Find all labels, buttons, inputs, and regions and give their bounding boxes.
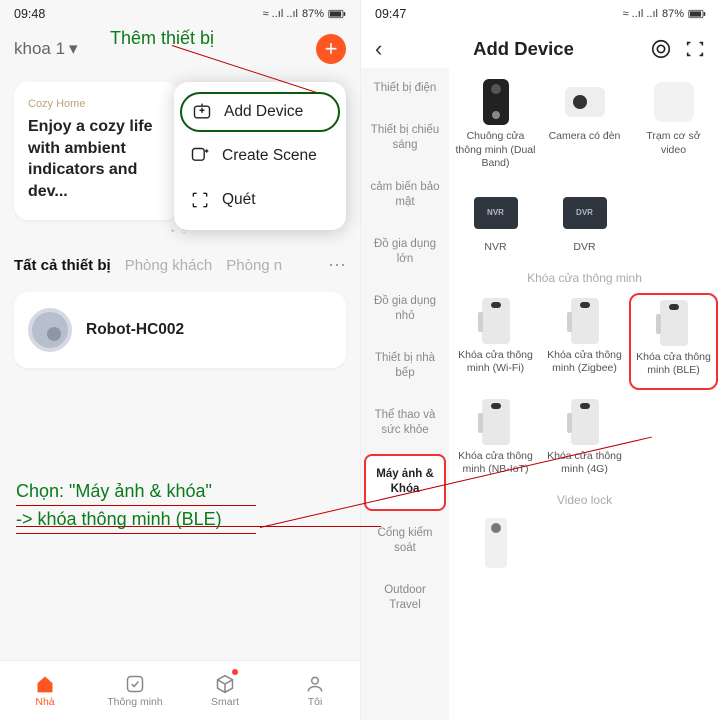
device-grid: Chuông cửa thông minh (Dual Band) Camera… (449, 68, 720, 720)
page-title: Add Device (397, 38, 650, 60)
category-sidebar: Thiết bị điện Thiết bị chiếu sáng cảm bi… (361, 68, 449, 720)
home-selector[interactable]: khoa 1 ▾ (14, 39, 78, 59)
device-card[interactable]: Robot-HC002 (14, 292, 346, 368)
empty-cell (629, 185, 718, 265)
robot-icon (28, 308, 72, 352)
item-lock-zigbee[interactable]: Khóa cửa thông minh (Zigbee) (540, 293, 629, 390)
status-icons: ≈ ..ıl ..ıl 87% (623, 8, 706, 20)
cat-small-appliance[interactable]: Đồ gia dụng nhỏ (361, 281, 449, 338)
item-nvr[interactable]: NVRNVR (451, 185, 540, 265)
item-lock-wifi[interactable]: Khóa cửa thông minh (Wi-Fi) (451, 293, 540, 390)
status-time: 09:47 (375, 7, 406, 21)
battery-icon (328, 9, 346, 19)
notification-dot (232, 669, 238, 675)
status-bar: 09:48 ≈ ..ıl ..ıl 87% (0, 0, 360, 28)
section-videolock: Video lock (451, 493, 718, 507)
nav-smart[interactable]: Smart (180, 661, 270, 720)
tab-room[interactable]: Phòng khách (125, 257, 213, 274)
add-popup: Add Device Create Scene Quét (174, 82, 346, 230)
item-base-station[interactable]: Trạm cơ sở video (629, 74, 718, 181)
back-button[interactable]: ‹ (375, 36, 397, 62)
bottom-nav: Nhà Thông minh Smart Tôi (0, 660, 360, 720)
banner-title: Enjoy a cozy life with ambient indicator… (28, 116, 165, 202)
cat-large-appliance[interactable]: Đồ gia dụng lớn (361, 224, 449, 281)
tab-room[interactable]: Phòng n (226, 257, 282, 274)
cat-security[interactable]: cảm biến bảo mật (361, 167, 449, 224)
cube-icon (215, 674, 235, 694)
scan-icon (190, 190, 210, 210)
check-icon (125, 674, 145, 694)
item-lock-ble[interactable]: Khóa cửa thông minh (BLE) (629, 293, 718, 390)
home-icon (35, 674, 55, 694)
cat-lighting[interactable]: Thiết bị chiếu sáng (361, 110, 449, 167)
empty-cell (629, 394, 718, 487)
banner-card[interactable]: Cozy Home Enjoy a cozy life with ambient… (14, 82, 179, 220)
popup-create-scene[interactable]: Create Scene (174, 134, 346, 178)
nav-profile[interactable]: Tôi (270, 661, 360, 720)
nav-intelligence[interactable]: Thông minh (90, 661, 180, 720)
more-icon[interactable]: ⋯ (328, 255, 346, 276)
cat-health[interactable]: Thể thao và sức khỏe (361, 395, 449, 452)
popup-scan[interactable]: Quét (174, 178, 346, 222)
item-doorbell[interactable]: Chuông cửa thông minh (Dual Band) (451, 74, 540, 181)
chevron-down-icon: ▾ (69, 39, 78, 59)
scan-icon[interactable] (684, 38, 706, 60)
popup-add-device[interactable]: Add Device (180, 92, 340, 132)
item-video-lock[interactable] (451, 515, 540, 581)
room-tabs: Tất cả thiết bị Phòng khách Phòng n ⋯ (0, 247, 360, 282)
phone-left: 09:48 ≈ ..ıl ..ıl 87% khoa 1 ▾ + Cozy Ho… (0, 0, 360, 720)
nav-home[interactable]: Nhà (0, 661, 90, 720)
device-icon (192, 102, 212, 122)
status-time: 09:48 (14, 7, 45, 21)
target-icon[interactable] (650, 38, 672, 60)
annotation-choose: Chọn: "Máy ảnh & khóa" -> khóa thông min… (16, 478, 256, 534)
item-camera[interactable]: Camera có đèn (540, 74, 629, 181)
banner-tag: Cozy Home (28, 98, 165, 110)
cat-electrical[interactable]: Thiết bị điện (361, 68, 449, 110)
annotation-add-device: Thêm thiết bị (110, 28, 214, 49)
cat-camera-lock[interactable]: Máy ảnh & Khóa (364, 454, 446, 511)
scene-icon (190, 146, 210, 166)
status-bar: 09:47 ≈ ..ıl ..ıl 87% (361, 0, 720, 28)
cat-gateway[interactable]: Cổng kiểm soát (361, 513, 449, 570)
item-lock-4g[interactable]: Khóa cửa thông minh (4G) (540, 394, 629, 487)
status-icons: ≈ ..ıl ..ıl 87% (263, 8, 346, 20)
user-icon (305, 674, 325, 694)
battery-icon (688, 9, 706, 19)
item-dvr[interactable]: DVRDVR (540, 185, 629, 265)
cat-outdoor[interactable]: Outdoor Travel (361, 570, 449, 627)
section-locks: Khóa cửa thông minh (451, 271, 718, 285)
phone-right: 09:47 ≈ ..ıl ..ıl 87% ‹ Add Device Thiết… (360, 0, 720, 720)
cat-kitchen[interactable]: Thiết bị nhà bếp (361, 338, 449, 395)
device-name: Robot-HC002 (86, 321, 184, 339)
add-button[interactable]: + (316, 34, 346, 64)
tab-all[interactable]: Tất cả thiết bị (14, 257, 111, 274)
